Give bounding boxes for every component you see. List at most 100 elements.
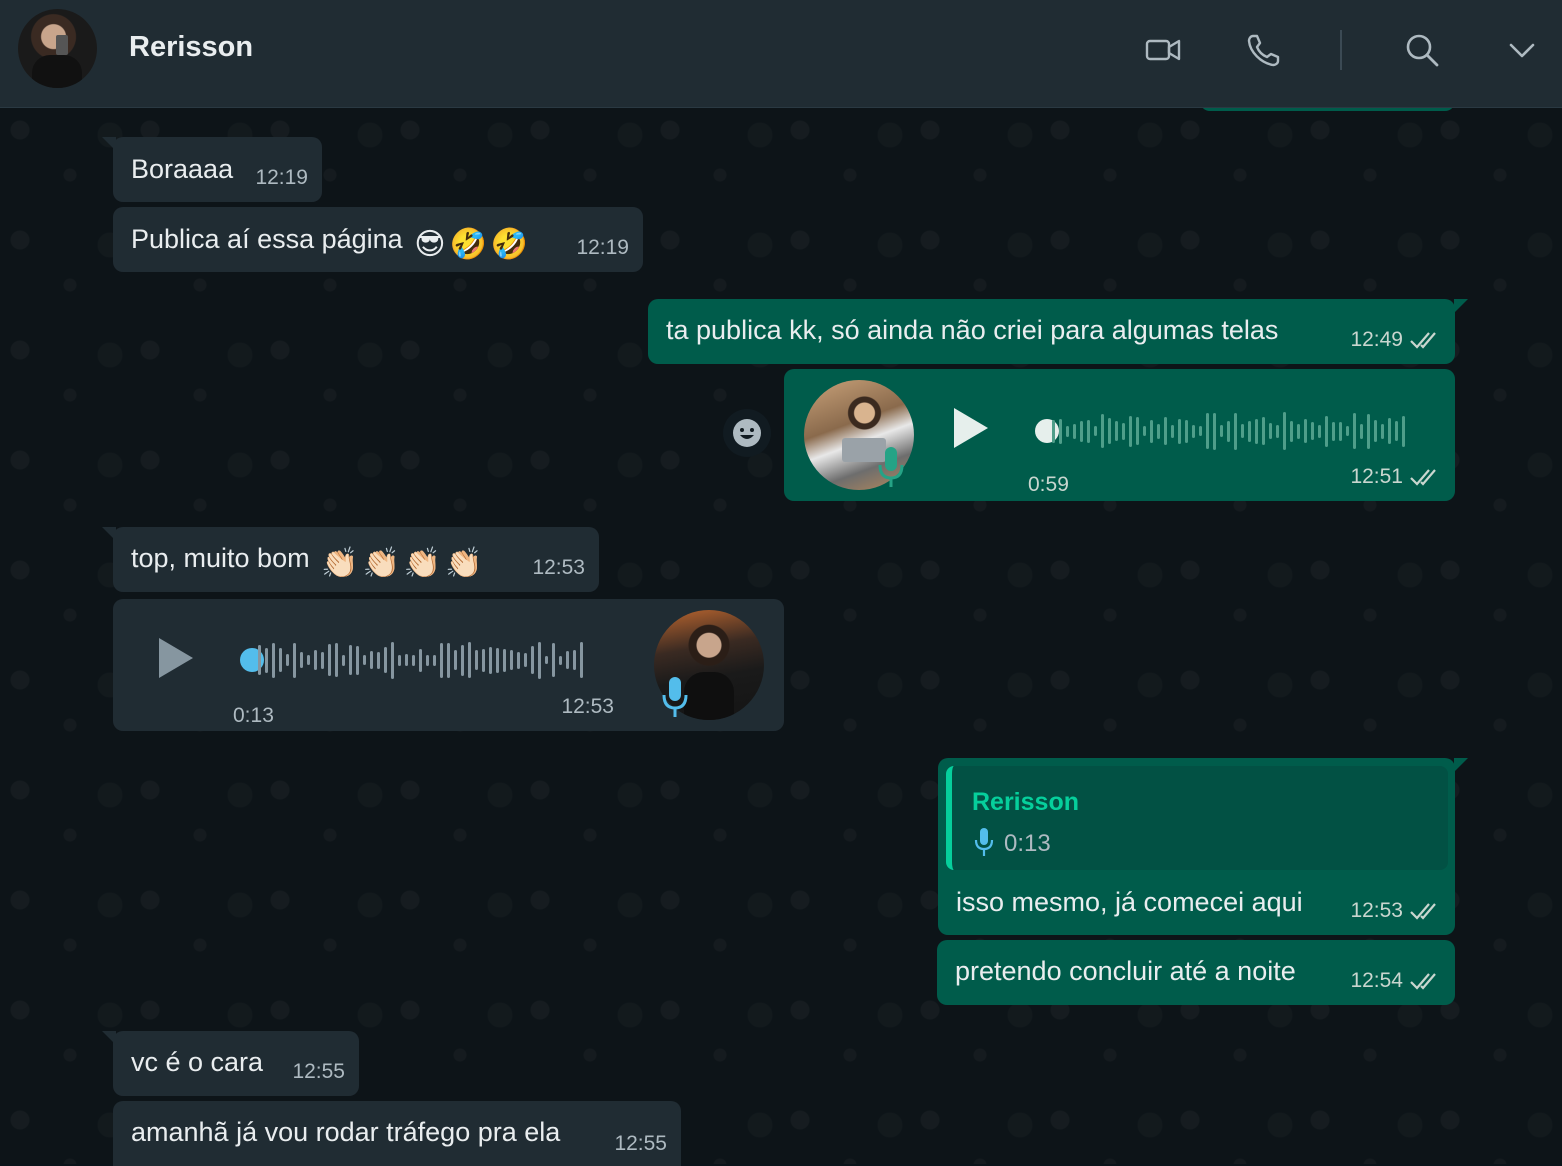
chevron-down-icon[interactable] [1502,30,1542,70]
waveform-bar [1192,424,1195,438]
microphone-icon [974,828,994,856]
chat-header: Rerisson [0,0,1562,108]
waveform-bar [1311,422,1314,440]
waveform-bar [1269,423,1272,439]
waveform-bar [1332,421,1335,441]
message-bubble-outgoing[interactable]: ta publica kk, só ainda não criei para a… [648,299,1468,364]
message-time: 12:55 [614,1132,667,1155]
waveform-bar [538,641,541,679]
read-ticks-icon [1409,970,1441,992]
message-time: 12:53 [532,556,585,579]
waveform-bar [447,642,450,678]
message-bubble-incoming[interactable]: vc é o cara 12:55 [102,1031,359,1096]
waveform-bar [391,641,394,679]
message-bubble-incoming[interactable]: amanhã já vou rodar tráfego pra ela 12:5… [113,1101,681,1166]
header-divider [1340,30,1342,70]
waveform-bar [1283,412,1286,450]
waveform-bar [573,650,576,670]
search-icon[interactable] [1402,30,1442,70]
waveform-bar [475,650,478,670]
read-ticks-icon [1409,466,1441,488]
waveform-bar [1164,417,1167,445]
waveform-bar [440,642,443,678]
message-text: amanhã já vou rodar tráfego pra ela [131,1117,561,1147]
waveform-bar [405,654,408,666]
waveform-bar [426,654,429,666]
audio-message-outgoing[interactable]: 0:59 12:51 [784,369,1455,501]
play-icon[interactable] [155,635,195,681]
message-text: ta publica kk, só ainda não criei para a… [666,315,1279,345]
video-call-icon[interactable] [1143,30,1183,70]
voice-call-icon[interactable] [1244,30,1284,70]
waveform-bar [1213,412,1216,450]
waveform-bar [1220,425,1223,437]
waveform-bar [1318,424,1321,438]
waveform-bar [1290,420,1293,442]
play-icon[interactable] [950,405,990,451]
waveform-bar [314,650,317,670]
message-time: 12:53 [561,695,614,718]
emoji-clapping: 👏🏻 [362,547,400,580]
waveform-bar [1157,423,1160,439]
microphone-icon [878,447,904,487]
message-time: 12:54 [1350,965,1441,997]
waveform-bar [293,642,296,678]
emoji-clapping: 👏🏻 [403,547,442,580]
waveform-bar [1360,423,1363,439]
waveform-bar [1255,418,1258,444]
waveform-bar [524,653,527,667]
waveform-bar [356,645,359,675]
waveform-bar [1073,423,1076,439]
waveform-bar [1276,424,1279,438]
waveform-bar [342,654,345,666]
waveform-bar [1080,420,1083,442]
waveform-bar [279,648,282,672]
waveform-bar [489,646,492,674]
waveform-bar [398,654,401,666]
waveform-bar [1185,419,1188,443]
message-text: vc é o cara [131,1047,264,1077]
waveform-bar [265,647,268,673]
emoji-reaction-button[interactable] [723,409,771,457]
audio-message-incoming[interactable]: 0:13 12:53 [113,599,784,731]
waveform-bar [503,648,506,672]
audio-waveform[interactable] [258,639,583,681]
waveform-bar [454,650,457,670]
quoted-audio-duration: 0:13 [1004,830,1051,857]
message-text: pretendo concluir até a noite [955,956,1296,986]
waveform-bar [272,642,275,678]
waveform-bar [300,652,303,668]
audio-duration: 0:13 [233,704,274,727]
message-bubble-incoming[interactable]: Publica aí essa página 😎 🤣 🤣 12:19 [113,207,643,272]
waveform-bar [377,651,380,669]
message-bubble-incoming[interactable]: top, muito bom 👏🏻 👏🏻 👏🏻 👏🏻 12:53 [102,527,599,592]
waveform-bar [419,648,422,672]
emoji-rofl: 🤣 [449,228,487,261]
waveform-bar [1367,413,1370,449]
quoted-message[interactable]: Rerisson 0:13 [946,766,1448,870]
waveform-bar [1066,425,1069,437]
waveform-bar [1339,421,1342,441]
waveform-bar [482,648,485,672]
audio-duration: 0:59 [1028,473,1069,496]
message-text: top, muito bom 👏🏻 👏🏻 👏🏻 👏🏻 [131,542,483,584]
contact-avatar[interactable] [18,9,97,88]
contact-name[interactable]: Rerisson [129,31,253,64]
waveform-bar [1136,417,1139,445]
waveform-bar [1381,423,1384,439]
message-time: 12:53 [1350,895,1441,927]
emoji-clapping: 👏🏻 [321,547,359,580]
message-bubble-incoming[interactable]: Boraaaa 12:19 [102,137,322,202]
message-text: Boraaaa [131,154,234,184]
waveform-bar [1304,419,1307,443]
audio-waveform[interactable] [1052,410,1405,452]
waveform-bar [370,651,373,669]
waveform-bar [1087,419,1090,443]
waveform-bar [1395,421,1398,441]
waveform-bar [1248,420,1251,442]
message-bubble-outgoing[interactable]: pretendo concluir até a noite 12:54 [937,940,1455,1005]
waveform-bar [328,644,331,676]
waveform-bar [1171,424,1174,438]
message-bubble-outgoing-reply[interactable]: Rerisson 0:13 isso mesmo, já comecei aqu… [938,758,1468,935]
waveform-bar [1346,426,1349,436]
